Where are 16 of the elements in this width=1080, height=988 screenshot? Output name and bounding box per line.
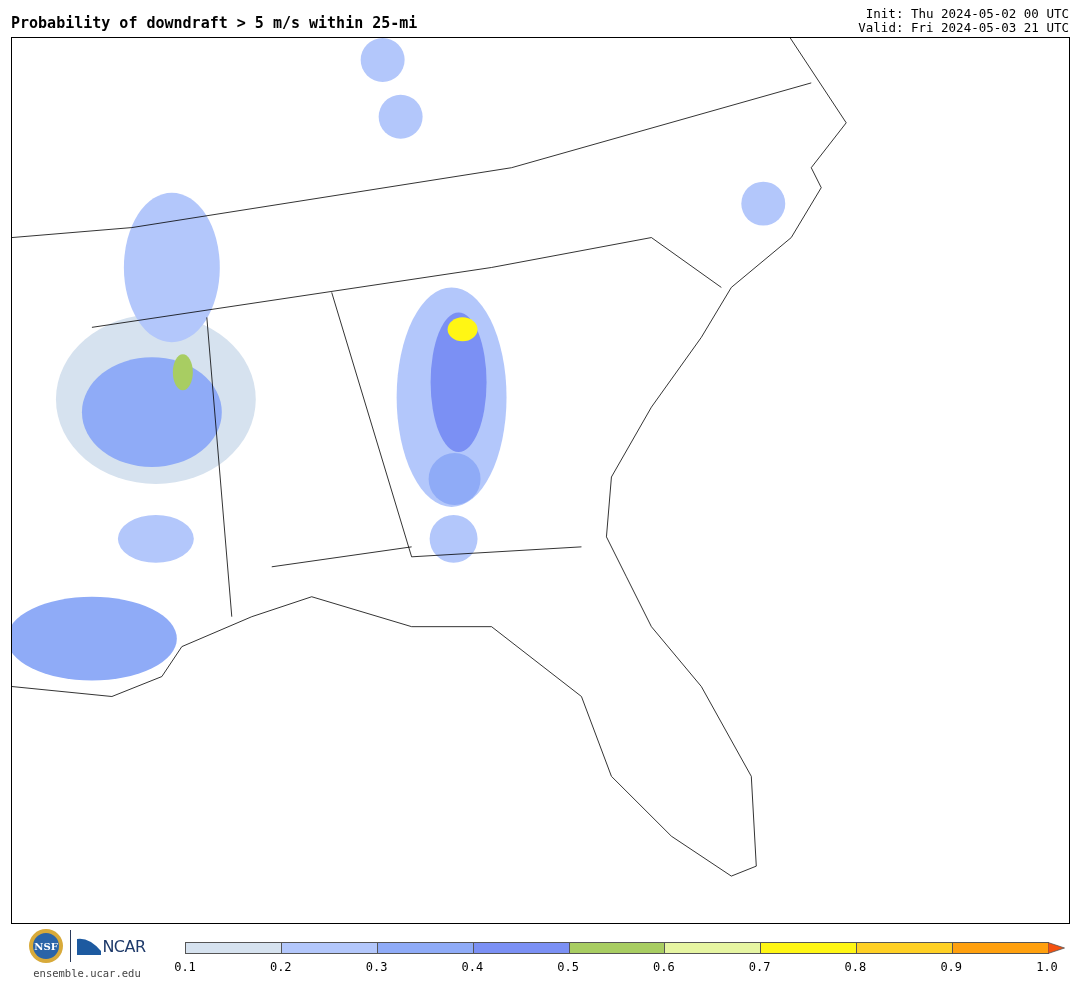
scale-tick-label: 0.5 bbox=[557, 960, 579, 974]
scale-tick-label: 0.1 bbox=[174, 960, 196, 974]
scale-tick-label: 0.6 bbox=[653, 960, 675, 974]
map-title: Probability of downdraft > 5 m/s within 25-mi bbox=[11, 14, 418, 34]
scale-tick-label: 0.9 bbox=[940, 960, 963, 974]
init-time: Init: Thu 2024-05-02 00 UTC bbox=[864, 7, 1069, 21]
seal-logo: NSF bbox=[28, 928, 65, 964]
ncar-logo: NCAR bbox=[77, 937, 146, 955]
scale-tick-label: 0.8 bbox=[844, 960, 867, 974]
scale-tick-label: 0.3 bbox=[365, 960, 388, 974]
scale-tick-label: 1.0 bbox=[1036, 960, 1058, 974]
scale-tick-label: 0.4 bbox=[461, 960, 484, 974]
site-address: ensemble.ucar.edu bbox=[33, 967, 141, 979]
scale-tick-label: 0.7 bbox=[748, 960, 771, 974]
scale-tick-label: 0.2 bbox=[269, 960, 292, 974]
valid-time: Valid: Fri 2024-05-03 21 UTC bbox=[858, 21, 1069, 35]
